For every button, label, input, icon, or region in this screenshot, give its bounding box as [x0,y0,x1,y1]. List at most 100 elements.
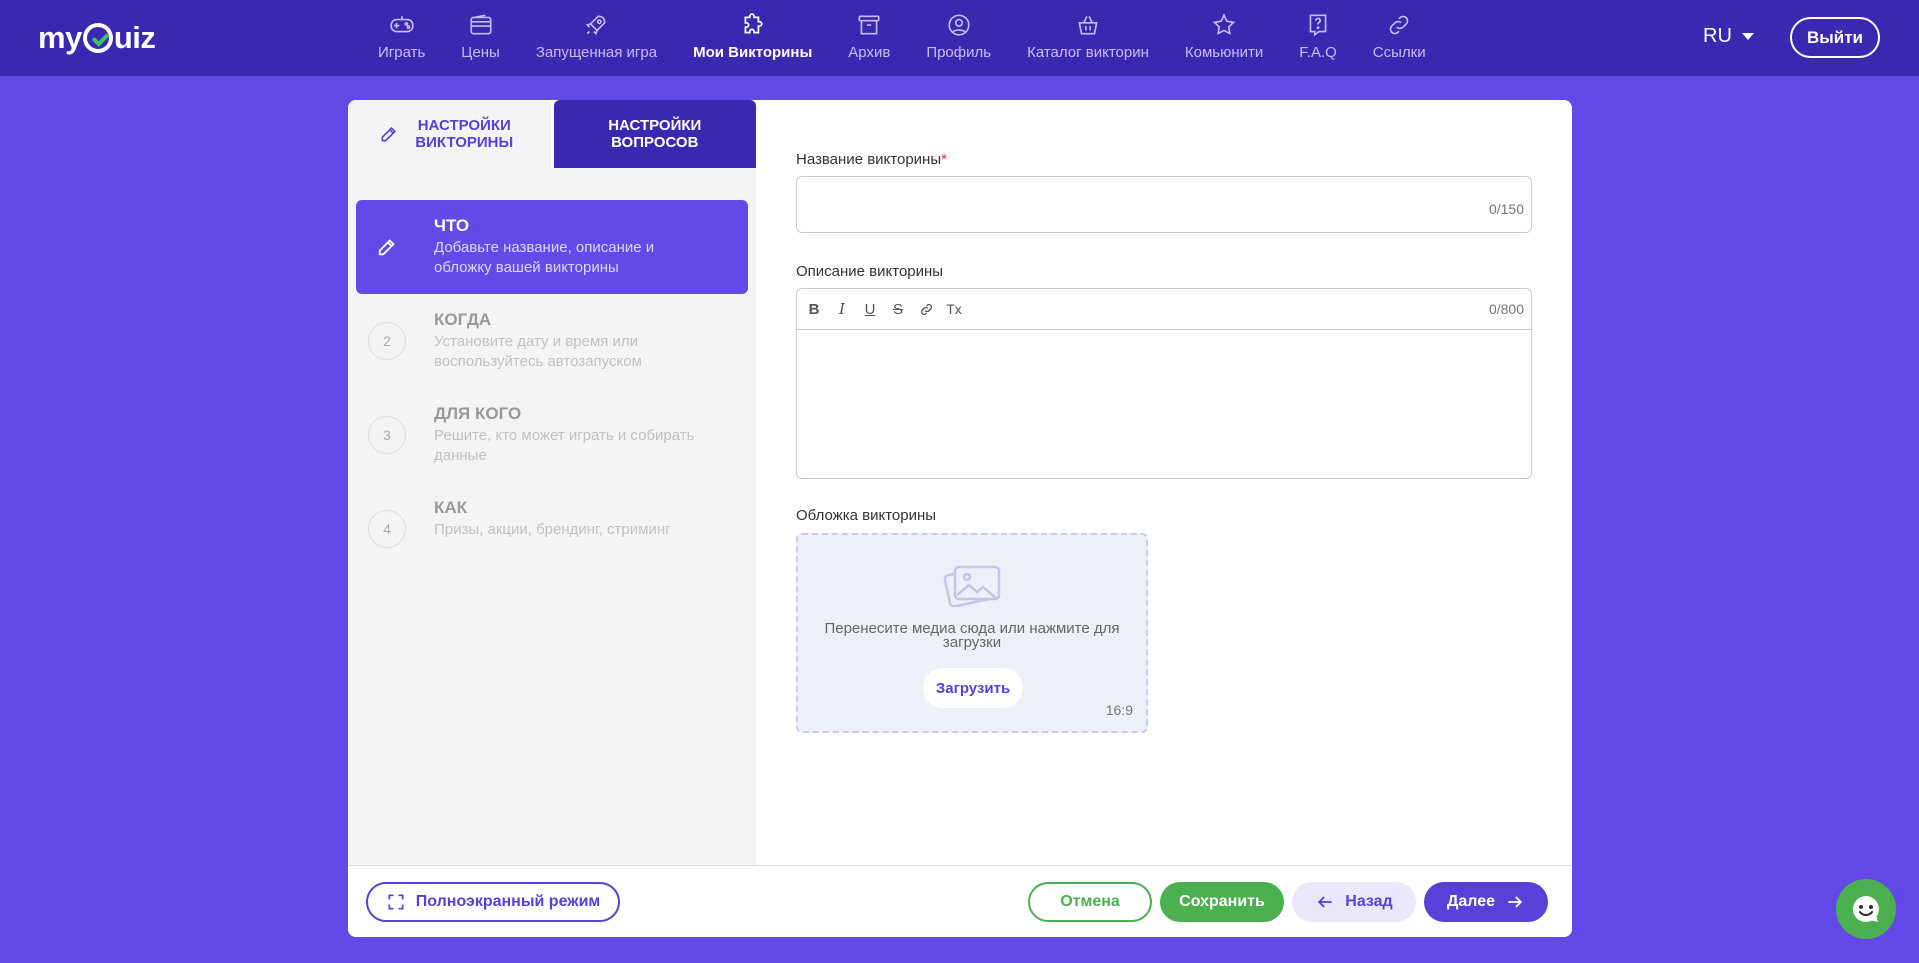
cover-dropzone-text: Перенесите медиа сюда или нажмите для за… [824,620,1120,651]
star-icon [1212,13,1236,36]
quiz-description-editor[interactable]: B I U S Tx 0/800 [796,288,1532,479]
tab-label: Настройки вопросов [608,117,702,151]
step-when[interactable]: 2 Когда Установите дату и время или восп… [356,294,748,388]
step-number: 3 [368,416,406,454]
quiz-description-label: Описание викторины [796,263,944,280]
basket-icon [1078,15,1098,35]
save-button[interactable]: Сохранить [1160,882,1284,922]
step-how[interactable]: 4 Как Призы, акции, брендинг, стриминг [356,482,748,576]
nav-label: F.A.Q [1299,44,1337,61]
editor-footer: Полноэкранный режим Отмена Сохранить Наз… [348,865,1572,937]
main-nav: Играть Цены Запущенная игра Мои Викторин… [360,0,1444,76]
step-description: Решите, кто может играть и собирать данн… [434,427,695,464]
tab-quiz-settings[interactable]: Настройки викторины [348,100,551,168]
step-what[interactable]: Что Добавьте название, описание и обложк… [356,200,748,294]
logo-text-right: uiz [113,20,156,55]
next-label: Далее [1446,893,1496,910]
rocket-icon [586,15,606,36]
nav-item-catalog[interactable]: Каталог викторин [1009,0,1167,76]
step-title: Что [434,216,470,235]
wizard-steps: Что Добавьте название, описание и обложк… [356,200,748,576]
pencil-icon [378,239,395,256]
nav-item-profile[interactable]: Профиль [908,0,1009,76]
step-description: Призы, акции, брендинг, стриминг [434,521,671,538]
quiz-cover-label: Обложка викторины [796,507,937,524]
nav-item-faq[interactable]: F.A.Q [1281,0,1355,76]
question-icon [1309,14,1327,37]
nav-item-community[interactable]: Комьюнити [1167,0,1281,76]
arrow-right-icon [1508,896,1523,908]
italic-button[interactable]: I [831,298,853,320]
puzzle-icon [744,13,763,34]
back-button[interactable]: Назад [1292,882,1416,922]
tab-question-settings[interactable]: Настройки вопросов [553,100,756,168]
wallet-icon [469,14,492,35]
step-description: Добавьте название, описание и обложку ва… [434,239,655,276]
quiz-name-input[interactable]: 0/150 [796,176,1532,233]
logo-q-check-icon [82,23,113,53]
user-circle-icon [948,14,970,36]
next-button[interactable]: Далее [1424,882,1548,922]
mi-logo[interactable]: my uiz [38,20,156,56]
nav-label: Мои Викторины [693,44,813,61]
pencil-icon [381,126,397,142]
tab-label: Настройки викторины [415,117,514,151]
settings-tabs: Настройки викторины Настройки вопросов [348,100,756,168]
step-number: 4 [368,510,406,548]
nav-label: Архив [848,44,891,61]
clear-format-button[interactable]: Tx [943,298,965,320]
back-label: Назад [1345,893,1393,910]
quiz-name-counter: 0/150 [1488,201,1524,217]
strikethrough-button[interactable]: S [887,298,909,320]
settings-sidebar: Настройки викторины Настройки вопросов Ч… [348,100,756,865]
step-indicator [368,228,406,266]
quiz-name-label-text: Название викторины [796,151,942,168]
language-selector[interactable]: RU [1703,25,1754,48]
quiz-form: Название викторины* 0/150 Описание викто… [756,100,1572,865]
link-icon [920,303,932,315]
step-title: Для кого [434,404,522,423]
bold-button[interactable]: B [803,298,825,320]
nav-label: Каталог викторин [1027,44,1149,61]
quiz-name-label: Название викторины* [796,151,947,168]
cover-dropzone[interactable]: Перенесите медиа сюда или нажмите для за… [796,533,1148,733]
cancel-button[interactable]: Отмена [1028,882,1152,922]
nav-label: Комьюнити [1184,44,1264,61]
nav-label: Играть [378,44,426,61]
nav-item-archive[interactable]: Архив [830,0,908,76]
link-button[interactable] [915,298,937,320]
nav-item-play[interactable]: Играть [360,0,443,76]
quiz-editor-card: Настройки викторины Настройки вопросов Ч… [348,100,1572,937]
required-mark: * [941,151,947,168]
nav-label: Запущенная игра [535,44,658,61]
link-icon [1389,15,1409,35]
step-description: Установите дату и время или воспользуйте… [434,333,642,370]
image-icon [943,565,1001,607]
nav-item-prices[interactable]: Цены [443,0,518,76]
cover-ratio: 16:9 [1105,702,1133,718]
step-for-whom[interactable]: 3 Для кого Решите, кто может играть и со… [356,388,748,482]
chat-smile-icon [1852,895,1879,922]
fullscreen-icon [388,894,404,910]
nav-item-running-game[interactable]: Запущенная игра [518,0,675,76]
caret-down-icon [1741,33,1754,40]
underline-button[interactable]: U [859,298,881,320]
top-navigation-bar: my uiz Играть Цены Запущенная игра Мои В… [0,0,1919,76]
chat-support-button[interactable] [1836,879,1896,939]
nav-label: Цены [461,44,500,61]
gamepad-icon [389,16,414,33]
nav-item-my-quizzes[interactable]: Мои Викторины [675,0,830,76]
archive-icon [858,15,880,35]
step-title: Когда [434,310,492,329]
logout-button[interactable]: Выйти [1790,17,1880,58]
step-number: 2 [368,322,406,360]
upload-button[interactable]: Загрузить [923,668,1023,708]
arrow-left-icon [1318,896,1332,908]
language-value: RU [1703,25,1732,47]
logo-text-left: my [38,20,82,55]
nav-item-links[interactable]: Ссылки [1355,0,1444,76]
fullscreen-button[interactable]: Полноэкранный режим [366,882,620,922]
nav-label: Ссылки [1372,44,1426,61]
quiz-description-counter: 0/800 [1488,301,1524,317]
fullscreen-label: Полноэкранный режим [415,893,601,910]
